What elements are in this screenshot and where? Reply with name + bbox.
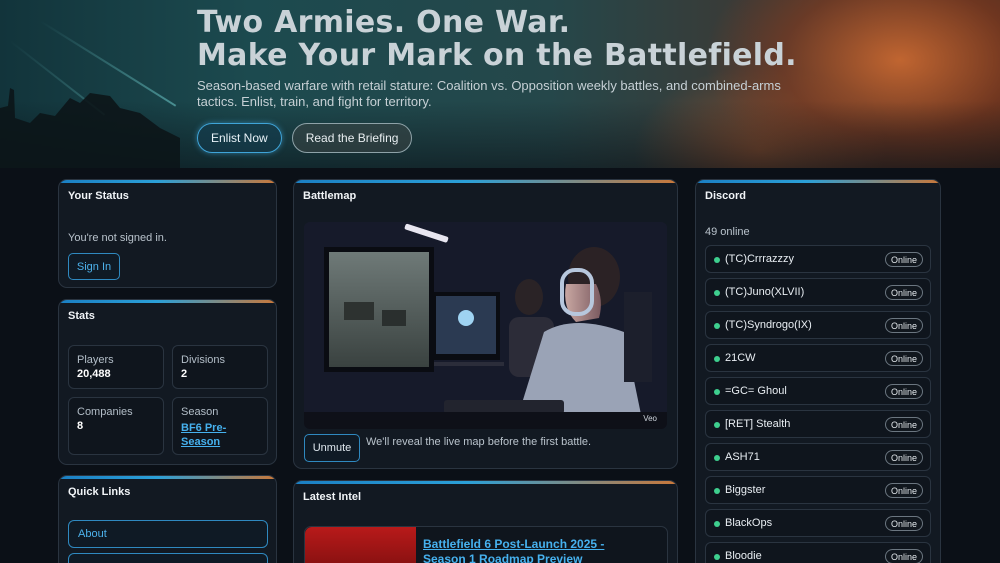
member-name: BlackOps	[725, 517, 773, 529]
stat-companies: Companies 8	[68, 397, 164, 455]
sign-in-button[interactable]: Sign In	[68, 253, 120, 280]
online-badge: Online	[884, 417, 923, 432]
intel-card[interactable]: Battlefield 6 Post-Launch 2025 - Season …	[304, 526, 668, 563]
stat-companies-value: 8	[77, 420, 84, 432]
discord-panel: Discord 49 online (TC)Crrrazzzy Online (T…	[695, 179, 941, 563]
stats-panel-title: Stats	[68, 310, 95, 322]
quick-links-title: Quick Links	[68, 486, 131, 498]
latest-intel-panel: Latest Intel Battlefield 6 Post-Launch 2…	[293, 480, 678, 563]
stat-divisions-value: 2	[181, 368, 188, 380]
online-dot-icon	[714, 422, 720, 428]
status-message: You're not signed in.	[68, 232, 167, 244]
stat-players: Players 20,488	[68, 345, 164, 389]
member-name: (TC)Syndrogo(IX)	[725, 319, 812, 331]
season-link[interactable]: BF6 Pre-Season	[181, 421, 261, 449]
stat-players-label: Players	[77, 354, 114, 366]
member-name: [RET] Stealth	[725, 418, 791, 430]
discord-member[interactable]: =GC= Ghoul Online	[705, 377, 931, 405]
online-badge: Online	[884, 516, 923, 531]
discord-member[interactable]: BlackOps Online	[705, 509, 931, 537]
quick-links-panel: Quick Links About	[58, 475, 277, 563]
stat-season-label: Season	[181, 406, 219, 418]
member-name: Biggster	[725, 484, 766, 496]
discord-title: Discord	[705, 190, 746, 202]
discord-online-count: 49 online	[705, 226, 750, 238]
discord-member[interactable]: ASH71 Online	[705, 443, 931, 471]
online-badge: Online	[884, 351, 923, 366]
battlemap-title: Battlemap	[303, 190, 357, 202]
hero-subtitle: Season-based warfare with retail stature…	[197, 78, 781, 109]
discord-member[interactable]: [RET] Stealth Online	[705, 410, 931, 438]
discord-member[interactable]: (TC)Syndrogo(IX) Online	[705, 311, 931, 339]
quick-link-about[interactable]: About	[68, 520, 268, 548]
status-panel: Your Status You're not signed in. Sign I…	[58, 179, 277, 288]
battlemap-video[interactable]: Veo	[304, 222, 667, 429]
intel-headline-link[interactable]: Battlefield 6 Post-Launch 2025 - Season …	[423, 537, 643, 563]
discord-member[interactable]: (TC)Crrrazzzy Online	[705, 245, 931, 273]
gamer-scene-image	[304, 222, 667, 429]
discord-member[interactable]: Bloodie Online	[705, 542, 931, 563]
online-badge: Online	[884, 318, 923, 333]
stat-season: Season BF6 Pre-Season	[172, 397, 268, 455]
member-name: (TC)Crrrazzzy	[725, 253, 795, 265]
online-dot-icon	[714, 356, 720, 362]
stat-companies-label: Companies	[77, 406, 133, 418]
online-badge: Online	[884, 549, 923, 563]
discord-member[interactable]: Biggster Online	[705, 476, 931, 504]
member-name: =GC= Ghoul	[725, 385, 787, 397]
online-dot-icon	[714, 488, 720, 494]
online-badge: Online	[884, 252, 923, 267]
battlefield-silhouette	[0, 88, 180, 168]
stat-divisions: Divisions 2	[172, 345, 268, 389]
online-badge: Online	[884, 483, 923, 498]
online-badge: Online	[884, 450, 923, 465]
online-dot-icon	[714, 455, 720, 461]
member-name: Bloodie	[725, 550, 762, 562]
member-name: (TC)Juno(XLVII)	[725, 286, 805, 298]
discord-member[interactable]: (TC)Juno(XLVII) Online	[705, 278, 931, 306]
unmute-button[interactable]: Unmute	[304, 434, 360, 462]
enlist-now-button[interactable]: Enlist Now	[197, 123, 282, 153]
online-dot-icon	[714, 521, 720, 527]
status-panel-title: Your Status	[68, 190, 129, 202]
stat-players-value: 20,488	[77, 368, 111, 380]
member-name: 21CW	[725, 352, 756, 364]
latest-intel-title: Latest Intel	[303, 491, 362, 503]
online-badge: Online	[884, 384, 923, 399]
online-badge: Online	[884, 285, 923, 300]
stats-panel: Stats Players 20,488 Divisions 2 Compani…	[58, 299, 277, 465]
online-dot-icon	[714, 323, 720, 329]
online-dot-icon	[714, 257, 720, 263]
online-dot-icon	[714, 554, 720, 560]
hero-banner: Two Armies. One War. Make Your Mark on t…	[0, 0, 1000, 168]
quick-link-item[interactable]	[68, 553, 268, 563]
online-dot-icon	[714, 290, 720, 296]
member-name: ASH71	[725, 451, 760, 463]
hero-title-line2: Make Your Mark on the Battlefield.	[197, 38, 797, 73]
discord-member[interactable]: 21CW Online	[705, 344, 931, 372]
hero-title-line1: Two Armies. One War.	[197, 5, 571, 40]
battlemap-panel: Battlemap Veo Unmute We'll reveal the li…	[293, 179, 678, 469]
video-watermark: Veo	[643, 414, 657, 423]
battlemap-note: We'll reveal the live map before the fir…	[366, 436, 592, 448]
stat-divisions-label: Divisions	[181, 354, 226, 366]
intel-thumbnail	[305, 527, 416, 563]
online-dot-icon	[714, 389, 720, 395]
read-briefing-button[interactable]: Read the Briefing	[291, 123, 413, 153]
